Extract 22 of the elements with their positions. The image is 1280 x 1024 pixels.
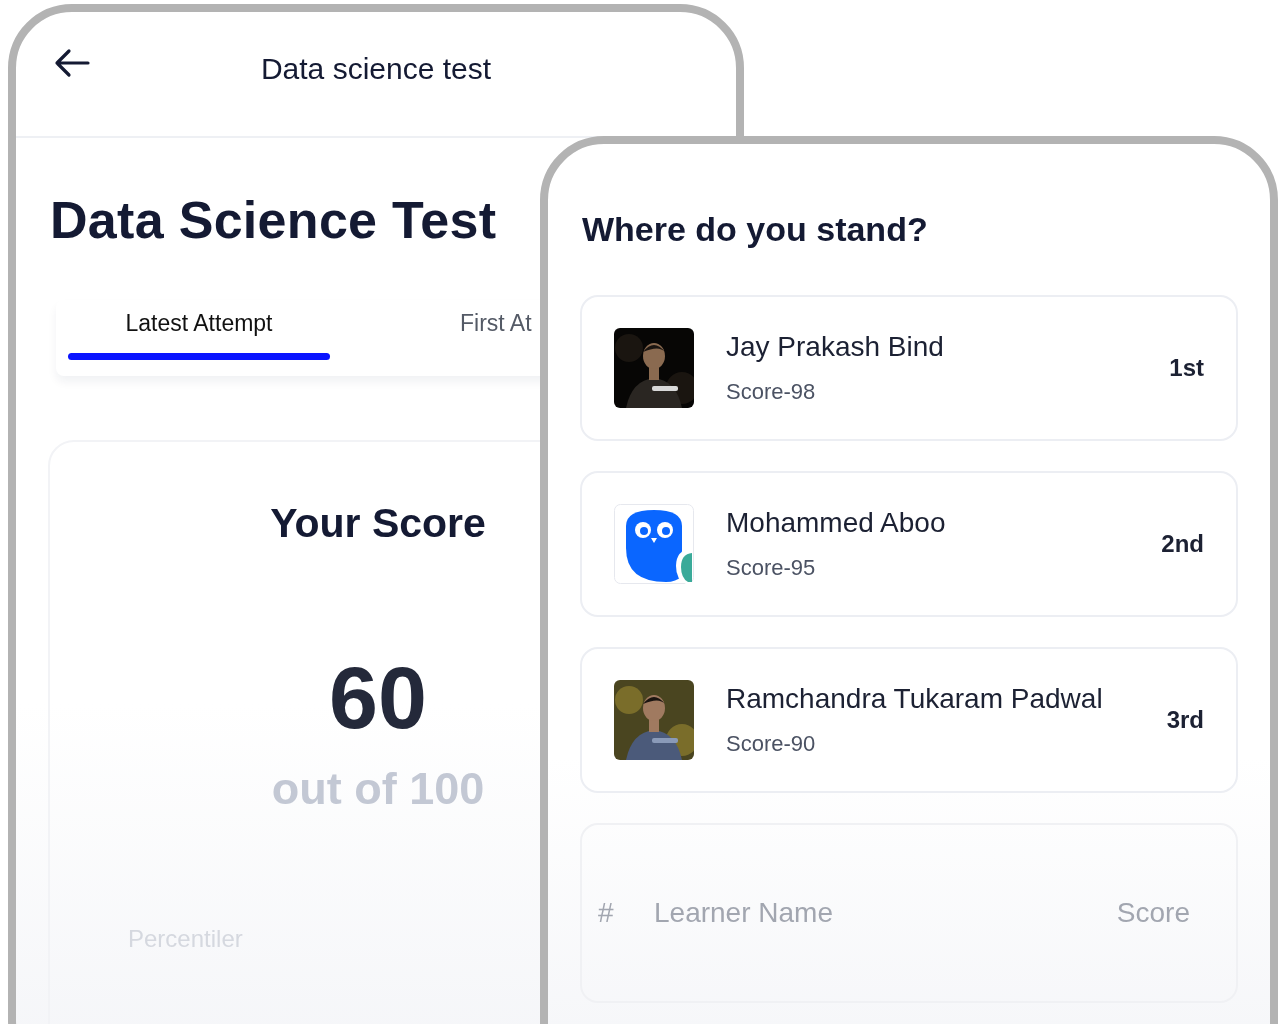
learner-name: Ramchandra Tukaram Padwal (726, 683, 1104, 715)
rank-label: 1st (1169, 354, 1204, 382)
back-arrow-icon[interactable] (54, 48, 90, 78)
learner-score: Score-98 (726, 379, 817, 405)
section-title: Where do you stand? (582, 210, 929, 249)
learner-name: Mohammed Aboo (726, 507, 947, 539)
column-header: Learner Name (654, 897, 834, 929)
column-header: # (598, 897, 615, 929)
tab[interactable]: Latest Attempt (68, 300, 330, 376)
owl-icon (614, 504, 694, 584)
learner-score: Score-90 (726, 731, 817, 757)
rank-label: 3rd (1166, 706, 1204, 734)
rank-label: 2nd (1161, 530, 1204, 558)
learner-score: Score-95 (726, 555, 817, 581)
tab[interactable]: First At (460, 300, 532, 376)
score-total: out of 100 (271, 763, 485, 815)
column-header: Score (1116, 897, 1190, 929)
card-title: Your Score (270, 500, 486, 547)
learner-name: Jay Prakash Bind (726, 331, 945, 363)
score-value: 60 (329, 647, 427, 749)
screen-title: Data science test (260, 52, 492, 86)
page-heading: Data Science Test (50, 190, 497, 250)
